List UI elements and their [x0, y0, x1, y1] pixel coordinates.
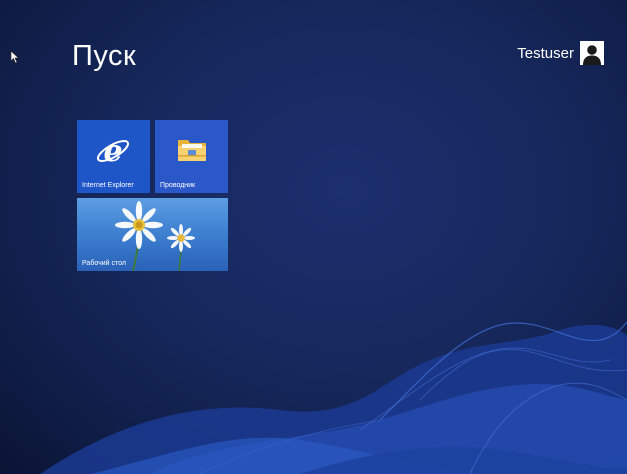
svg-text:e: e [103, 134, 122, 168]
user-account[interactable]: Testuser [517, 41, 604, 65]
internet-explorer-icon: e [96, 134, 130, 168]
tile-label: Проводник [160, 182, 196, 189]
tile-internet-explorer[interactable]: e Internet Explorer [77, 120, 150, 193]
tile-file-explorer[interactable]: Проводник [155, 120, 228, 193]
user-silhouette-icon [580, 41, 604, 65]
folder-icon [178, 140, 206, 161]
tile-label: Рабочий стол [82, 260, 126, 267]
tile-desktop[interactable]: Рабочий стол [77, 198, 228, 271]
start-screen: Пуск Testuser e Internet Explorer Провод… [0, 0, 627, 474]
tile-label: Internet Explorer [82, 182, 134, 189]
user-name: Testuser [517, 44, 574, 62]
mouse-cursor-icon [10, 50, 20, 64]
start-screen-title: Пуск [72, 40, 137, 72]
